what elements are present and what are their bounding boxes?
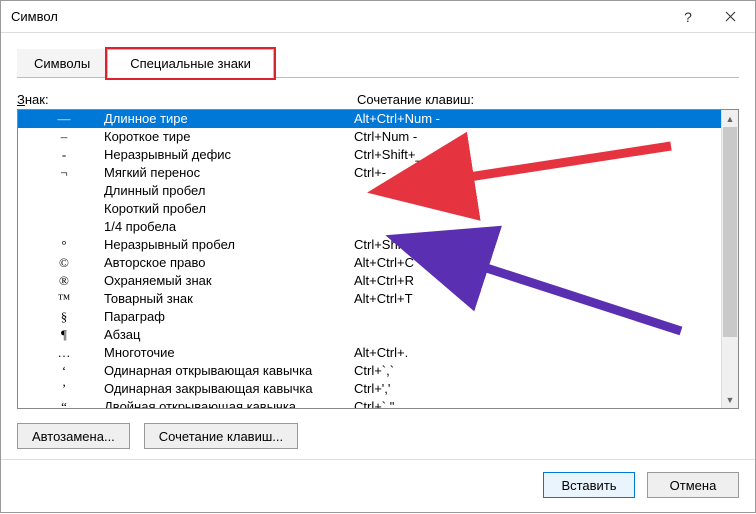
shortcut-button[interactable]: Сочетание клавиш... — [144, 423, 298, 449]
symbol-glyph: “ — [24, 398, 104, 408]
symbol-name: Абзац — [104, 326, 354, 344]
symbol-name: Короткое тире — [104, 128, 354, 146]
symbol-name: Длинное тире — [104, 110, 354, 128]
list-item[interactable]: §Параграф — [18, 308, 721, 326]
symbol-shortcut: Ctrl+Shift+_ — [354, 146, 715, 164]
symbol-glyph: ’ — [24, 380, 104, 398]
list-item[interactable]: °Неразрывный пробелCtrl+Shift+Пробел — [18, 236, 721, 254]
autocorrect-button[interactable]: Автозамена... — [17, 423, 130, 449]
symbol-glyph: ‘ — [24, 362, 104, 380]
list-item[interactable]: “Двойная открывающая кавычкаCtrl+`," — [18, 398, 721, 408]
symbol-shortcut: Ctrl+',' — [354, 380, 715, 398]
list-item[interactable]: ¬Мягкий переносCtrl+- — [18, 164, 721, 182]
symbol-shortcut: Alt+Ctrl+T — [354, 290, 715, 308]
column-headers: Знак: Сочетание клавиш: — [17, 92, 739, 107]
list-item[interactable]: ®Охраняемый знакAlt+Ctrl+R — [18, 272, 721, 290]
list-item[interactable]: ¶Абзац — [18, 326, 721, 344]
header-shortcut: Сочетание клавиш: — [357, 92, 474, 107]
symbol-name: Параграф — [104, 308, 354, 326]
symbol-shortcut: Ctrl+Shift+Пробел — [354, 236, 715, 254]
list-item[interactable]: –Короткое тиреCtrl+Num - — [18, 128, 721, 146]
symbol-glyph: ® — [24, 272, 104, 290]
insert-button[interactable]: Вставить — [543, 472, 635, 498]
cancel-button[interactable]: Отмена — [647, 472, 739, 498]
list-item[interactable]: -Неразрывный дефисCtrl+Shift+_ — [18, 146, 721, 164]
symbol-name: Длинный пробел — [104, 182, 354, 200]
tab-special-chars[interactable]: Специальные знаки — [107, 49, 274, 78]
vertical-scrollbar[interactable]: ▲ ▼ — [721, 110, 738, 408]
symbol-shortcut: Alt+Ctrl+R — [354, 272, 715, 290]
close-button[interactable] — [709, 2, 751, 32]
symbol-glyph: ¬ — [24, 164, 104, 182]
symbol-shortcut: Ctrl+`," — [354, 398, 715, 408]
scroll-up-icon[interactable]: ▲ — [722, 110, 738, 127]
symbol-shortcut: Alt+Ctrl+Num - — [354, 110, 715, 128]
list-item[interactable]: ’Одинарная закрывающая кавычкаCtrl+',' — [18, 380, 721, 398]
symbol-name: Товарный знак — [104, 290, 354, 308]
list-item[interactable]: —Длинное тиреAlt+Ctrl+Num - — [18, 110, 721, 128]
symbol-name: 1/4 пробела — [104, 218, 354, 236]
symbol-shortcut: Ctrl+Num - — [354, 128, 715, 146]
symbol-glyph: ° — [24, 236, 104, 254]
list-item[interactable]: 1/4 пробела — [18, 218, 721, 236]
symbol-glyph: — — [24, 110, 104, 128]
symbol-shortcut: Alt+Ctrl+C — [354, 254, 715, 272]
symbol-name: Многоточие — [104, 344, 354, 362]
list-item[interactable]: ©Авторское правоAlt+Ctrl+C — [18, 254, 721, 272]
window-title: Символ — [11, 9, 58, 24]
scroll-thumb[interactable] — [723, 127, 737, 337]
close-icon — [725, 11, 736, 22]
help-button[interactable]: ? — [667, 2, 709, 32]
symbol-shortcut: Ctrl+`,` — [354, 362, 715, 380]
symbol-glyph: – — [24, 128, 104, 146]
list-item[interactable]: …МноготочиеAlt+Ctrl+. — [18, 344, 721, 362]
symbol-name: Двойная открывающая кавычка — [104, 398, 354, 408]
symbol-glyph: … — [24, 344, 104, 362]
symbol-name: Мягкий перенос — [104, 164, 354, 182]
symbol-name: Одинарная закрывающая кавычка — [104, 380, 354, 398]
symbol-name: Короткий пробел — [104, 200, 354, 218]
tab-symbols[interactable]: Символы — [17, 49, 107, 77]
symbol-glyph: § — [24, 308, 104, 326]
scroll-down-icon[interactable]: ▼ — [722, 391, 738, 408]
symbol-name: Авторское право — [104, 254, 354, 272]
symbol-shortcut: Alt+Ctrl+. — [354, 344, 715, 362]
symbol-name: Неразрывный пробел — [104, 236, 354, 254]
symbol-shortcut: Ctrl+- — [354, 164, 715, 182]
symbol-glyph: ¶ — [24, 326, 104, 344]
tab-strip: Символы Специальные знаки — [17, 49, 739, 78]
symbol-glyph: ™ — [24, 290, 104, 308]
list-item[interactable]: Короткий пробел — [18, 200, 721, 218]
symbol-glyph: - — [24, 146, 104, 164]
symbol-name: Неразрывный дефис — [104, 146, 354, 164]
header-sign: Знак: — [17, 92, 357, 107]
list-item[interactable]: ‘Одинарная открывающая кавычкаCtrl+`,` — [18, 362, 721, 380]
symbol-glyph: © — [24, 254, 104, 272]
list-item[interactable]: ™Товарный знакAlt+Ctrl+T — [18, 290, 721, 308]
symbol-name: Одинарная открывающая кавычка — [104, 362, 354, 380]
symbol-name: Охраняемый знак — [104, 272, 354, 290]
list-item[interactable]: Длинный пробел — [18, 182, 721, 200]
special-chars-listbox[interactable]: —Длинное тиреAlt+Ctrl+Num -–Короткое тир… — [18, 110, 721, 408]
